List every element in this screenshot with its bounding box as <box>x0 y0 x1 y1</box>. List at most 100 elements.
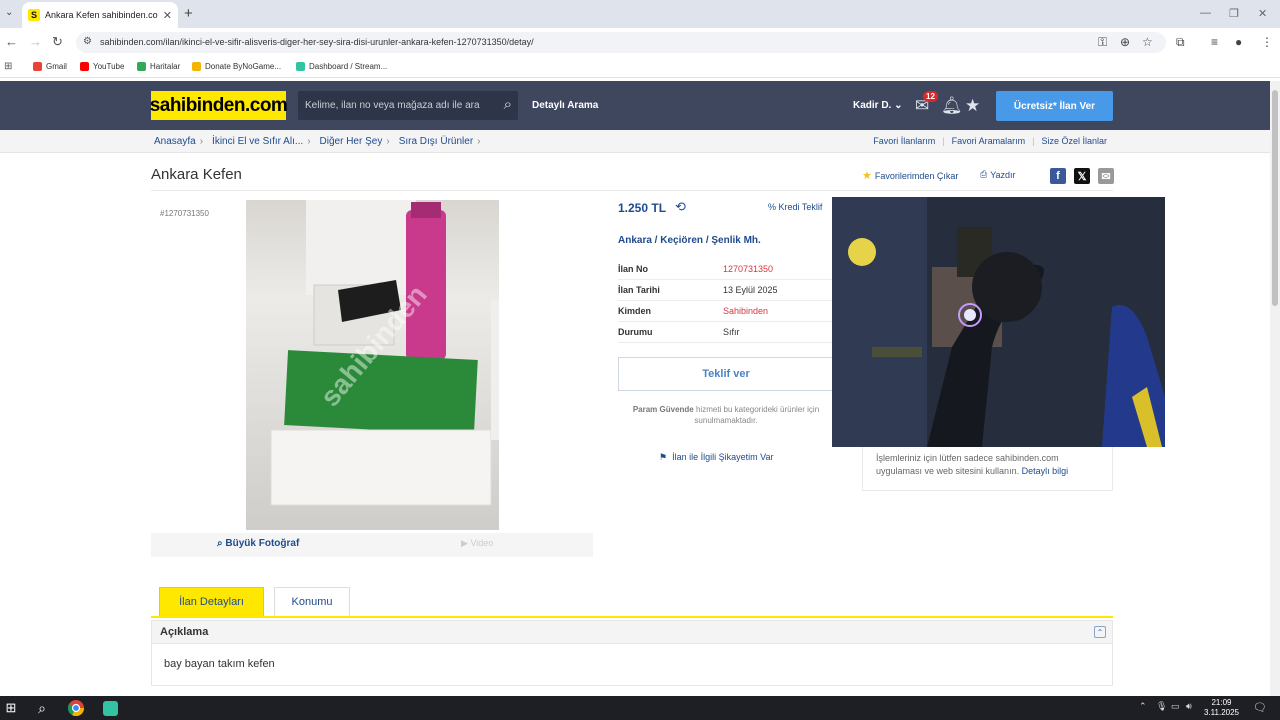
message-count-badge: 12 <box>923 91 938 102</box>
microphone-icon[interactable]: 🎙︎ <box>1156 701 1167 712</box>
detail-row: İlan No 1270731350 <box>618 259 832 280</box>
windows-start-icon[interactable]: ⊞ <box>2 699 20 717</box>
breadcrumb: Anasayfa › İkinci El ve Sıfır Alı... › Diğ… <box>154 136 486 147</box>
close-window-icon[interactable]: ✕ <box>1258 7 1267 20</box>
breadcrumb-leaf[interactable]: Sıra Dışı Ürünler <box>399 136 473 147</box>
post-free-ad-button[interactable]: Ücretsiz* İlan Ver <box>996 91 1113 121</box>
listing-photo[interactable]: sahibinden <box>246 200 499 530</box>
facebook-share-icon[interactable]: f <box>1050 168 1066 184</box>
tab-listing-details[interactable]: İlan Detayları <box>159 587 264 617</box>
search-icon[interactable]: ⌕ <box>504 96 512 113</box>
scrollbar-thumb[interactable] <box>1272 90 1278 306</box>
collapse-chevron-up-icon[interactable]: ⌃ <box>1094 626 1106 638</box>
tab-search-chevron-icon[interactable]: ⌄ <box>5 7 13 18</box>
tab-title: Ankara Kefen sahibinden.comda <box>45 10 158 20</box>
bookmarks-bar: ⊞ Gmail YouTube Haritalar Donate ByNoGam… <box>0 56 1280 78</box>
favorite-listings-link[interactable]: Favori İlanlarım <box>873 136 935 146</box>
password-key-icon[interactable]: ⚿ <box>1098 35 1107 50</box>
advanced-search-link[interactable]: Detaylı Arama <box>532 100 598 111</box>
sahibinden-favicon-icon: S <box>28 9 40 21</box>
media-control-icon[interactable]: ≡ <box>1211 35 1218 49</box>
make-offer-button[interactable]: Teklif ver <box>618 357 834 391</box>
webcam-feed-illustration <box>832 197 1165 447</box>
taskbar-search-icon[interactable]: ⌕ <box>33 699 51 717</box>
streamlabs-taskbar-icon[interactable] <box>101 699 119 717</box>
search-input[interactable]: Kelime, ilan no veya mağaza adı ile ara … <box>298 91 518 120</box>
youtube-icon <box>80 62 89 71</box>
taskbar-clock[interactable]: 21:09 3.11.2025 <box>1204 698 1239 718</box>
escrow-notice: Param Güvende hizmeti bu kategorideki ür… <box>618 404 834 426</box>
gmail-icon <box>33 62 42 71</box>
remove-favorite-button[interactable]: ★ Favorilerimden Çıkar <box>862 169 958 182</box>
clock-time: 21:09 <box>1211 698 1232 707</box>
url-text: sahibinden.com/ilan/ikinci-el-ve-sifir-a… <box>100 37 534 47</box>
tray-overflow-chevron-icon[interactable]: ⌃ <box>1139 701 1147 712</box>
favorite-searches-link[interactable]: Favori Aramalarım <box>952 136 1026 146</box>
detail-value: Sahibinden <box>723 306 769 316</box>
listing-location[interactable]: Ankara / Keçiören / Şenlik Mh. <box>618 235 761 246</box>
large-photo-label: Büyük Fotoğraf <box>225 538 300 549</box>
listing-details-table: İlan No 1270731350 İlan Tarihi 13 Eylül 20… <box>618 259 832 343</box>
volume-icon[interactable]: 🔊︎ <box>1186 701 1192 712</box>
restore-icon[interactable]: ❐ <box>1229 7 1239 20</box>
print-button[interactable]: ⎙ Yazdır <box>980 169 1016 180</box>
clock-date: 3.11.2025 <box>1204 708 1239 717</box>
x-share-icon[interactable]: 𝕏 <box>1074 168 1090 184</box>
browser-tab[interactable]: S Ankara Kefen sahibinden.comda ✕ <box>22 2 178 28</box>
sahibinden-logo[interactable]: sahibinden.com <box>150 91 288 120</box>
safety-details-link[interactable]: Detaylı bilgi <box>1022 466 1069 476</box>
close-tab-icon[interactable]: ✕ <box>163 9 172 22</box>
large-photo-button[interactable]: ⌕ Büyük Fotoğraf <box>217 538 299 549</box>
detail-value: Sıfır <box>723 327 740 337</box>
price-history-icon[interactable]: ⟲ <box>675 199 686 215</box>
user-menu[interactable]: Kadir D. ⌄ <box>853 100 903 111</box>
credit-offer-label: Kredi Teklif <box>778 202 823 212</box>
windows-taskbar <box>0 696 1280 720</box>
bookmark-star-icon[interactable]: ☆ <box>1142 35 1153 49</box>
credit-offer-link[interactable]: % Kredi Teklif <box>768 202 822 212</box>
report-listing-link[interactable]: ⚑ İlan ile İlgili Şikayetim Var <box>659 452 773 463</box>
back-arrow-icon[interactable]: ← <box>5 34 18 49</box>
breadcrumb-category[interactable]: İkinci El ve Sıfır Alı... <box>212 136 303 147</box>
percent-icon: % <box>768 202 777 212</box>
favorites-star-icon[interactable]: ★ <box>965 96 980 116</box>
address-bar[interactable]: ⚙ sahibinden.com/ilan/ikinci-el-ve-sifir… <box>76 32 1166 53</box>
profile-avatar-icon[interactable]: ● <box>1235 35 1242 49</box>
star-icon: ★ <box>862 170 872 182</box>
breadcrumb-separator: › <box>386 136 390 147</box>
notifications-icon[interactable]: 🗨︎ <box>1253 701 1267 714</box>
bookmark-bynogame[interactable]: Donate ByNoGame... <box>192 62 281 71</box>
safety-notice: İşlemleriniz için lütfen sadece sahibind… <box>862 444 1113 491</box>
flag-icon: ⚑ <box>659 452 668 462</box>
chrome-menu-icon[interactable]: ⋮ <box>1261 35 1273 49</box>
email-share-icon[interactable]: ✉ <box>1098 168 1114 184</box>
zoom-icon[interactable]: ⊕ <box>1120 35 1130 49</box>
minimize-icon[interactable]: — <box>1200 7 1211 19</box>
new-tab-plus-icon[interactable]: + <box>184 5 193 22</box>
reload-icon[interactable]: ↻ <box>52 34 63 50</box>
breadcrumb-separator: › <box>477 136 481 147</box>
notification-bell-icon[interactable]: 🔔︎ <box>941 96 963 116</box>
printer-icon: ⎙ <box>980 169 988 179</box>
network-icon[interactable]: ▭ <box>1171 701 1180 712</box>
breadcrumb-subcategory[interactable]: Diğer Her Şey <box>320 136 383 147</box>
recommended-listings-link[interactable]: Size Özel İlanlar <box>1041 136 1107 146</box>
breadcrumb-home[interactable]: Anasayfa <box>154 136 196 147</box>
chrome-taskbar-icon[interactable] <box>67 699 85 717</box>
bookmark-youtube[interactable]: YouTube <box>80 62 124 71</box>
bynogame-icon <box>192 62 201 71</box>
forward-arrow-icon[interactable]: → <box>29 34 42 49</box>
extensions-puzzle-icon[interactable]: ⧉ <box>1176 35 1185 50</box>
account-quick-links: Favori İlanlarım | Favori Aramalarım | Siz… <box>873 136 1107 146</box>
bookmark-gmail[interactable]: Gmail <box>33 62 67 71</box>
bookmark-streamlabs[interactable]: Dashboard / Stream... <box>296 62 387 71</box>
webcam-overlay <box>832 197 1165 447</box>
listing-price: 1.250 TL <box>618 201 667 215</box>
detail-key: Durumu <box>618 327 653 337</box>
tab-location[interactable]: Konumu <box>274 587 350 617</box>
detail-row: Durumu Sıfır <box>618 322 832 343</box>
apps-grid-icon[interactable]: ⊞ <box>4 61 12 72</box>
site-info-icon[interactable]: ⚙ <box>83 36 92 47</box>
user-name: Kadir D. <box>853 100 892 111</box>
bookmark-maps[interactable]: Haritalar <box>137 62 180 71</box>
